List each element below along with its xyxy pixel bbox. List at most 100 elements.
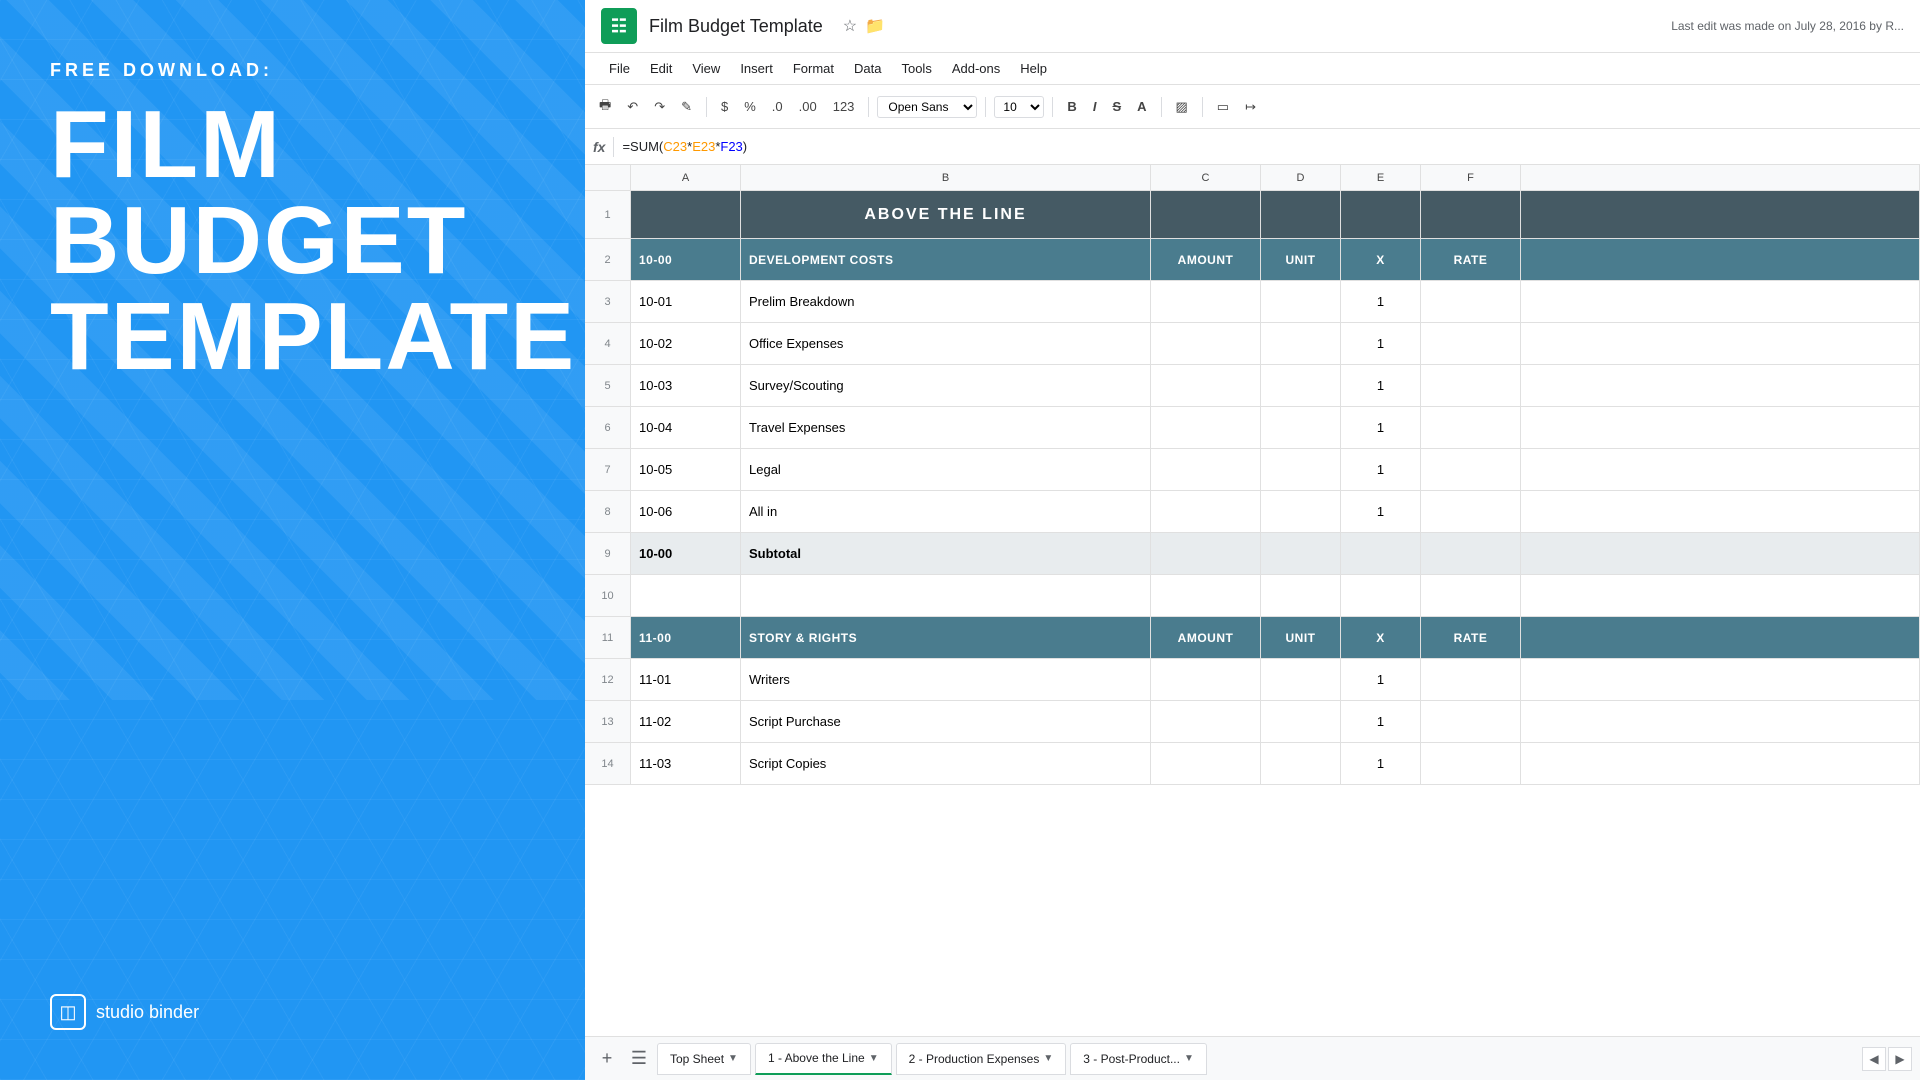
- cell-2e[interactable]: X: [1341, 239, 1421, 280]
- cell-2f[interactable]: RATE: [1421, 239, 1521, 280]
- cell-2b[interactable]: DEVELOPMENT COSTS: [741, 239, 1151, 280]
- cell-6e[interactable]: 1: [1341, 407, 1421, 448]
- cell-8f[interactable]: [1421, 491, 1521, 532]
- cell-9f[interactable]: [1421, 533, 1521, 574]
- borders-button[interactable]: ▭: [1211, 95, 1235, 119]
- cell-14a[interactable]: 11-03: [631, 743, 741, 784]
- menu-view[interactable]: View: [684, 57, 728, 80]
- cell-4e[interactable]: 1: [1341, 323, 1421, 364]
- folder-icon[interactable]: 📁: [865, 16, 885, 36]
- cell-14e[interactable]: 1: [1341, 743, 1421, 784]
- menu-tools[interactable]: Tools: [893, 57, 939, 80]
- font-selector[interactable]: Open Sans: [877, 96, 977, 118]
- cell-8c[interactable]: [1151, 491, 1261, 532]
- cell-9a[interactable]: 10-00: [631, 533, 741, 574]
- cell-12f[interactable]: [1421, 659, 1521, 700]
- tab-top-sheet[interactable]: Top Sheet ▼: [657, 1043, 751, 1075]
- currency-button[interactable]: $: [715, 95, 734, 118]
- cell-5d[interactable]: [1261, 365, 1341, 406]
- cell-11f[interactable]: RATE: [1421, 617, 1521, 658]
- cell-11d[interactable]: UNIT: [1261, 617, 1341, 658]
- add-sheet-button[interactable]: +: [593, 1045, 621, 1073]
- cell-8a[interactable]: 10-06: [631, 491, 741, 532]
- strikethrough-button[interactable]: S: [1106, 97, 1127, 116]
- cell-11e[interactable]: X: [1341, 617, 1421, 658]
- paint-format-button[interactable]: ✎: [675, 95, 698, 119]
- cell-3d[interactable]: [1261, 281, 1341, 322]
- cell-7d[interactable]: [1261, 449, 1341, 490]
- cell-12b[interactable]: Writers: [741, 659, 1151, 700]
- cell-8b[interactable]: All in: [741, 491, 1151, 532]
- cell-9b[interactable]: Subtotal: [741, 533, 1151, 574]
- cell-13c[interactable]: [1151, 701, 1261, 742]
- tab-above-the-line[interactable]: 1 - Above the Line ▼: [755, 1043, 892, 1075]
- cell-14d[interactable]: [1261, 743, 1341, 784]
- cell-9e[interactable]: [1341, 533, 1421, 574]
- cell-10c[interactable]: [1151, 575, 1261, 616]
- cell-6f[interactable]: [1421, 407, 1521, 448]
- cell-1a[interactable]: [631, 191, 741, 238]
- cell-12a[interactable]: 11-01: [631, 659, 741, 700]
- merge-button[interactable]: ↦: [1239, 95, 1262, 119]
- cell-11b[interactable]: STORY & RIGHTS: [741, 617, 1151, 658]
- italic-button[interactable]: I: [1087, 97, 1103, 116]
- cell-13e[interactable]: 1: [1341, 701, 1421, 742]
- cell-11c[interactable]: AMOUNT: [1151, 617, 1261, 658]
- cell-10b[interactable]: [741, 575, 1151, 616]
- cell-4d[interactable]: [1261, 323, 1341, 364]
- cell-8e[interactable]: 1: [1341, 491, 1421, 532]
- cell-6d[interactable]: [1261, 407, 1341, 448]
- star-icon[interactable]: ☆: [843, 16, 857, 36]
- cell-5f[interactable]: [1421, 365, 1521, 406]
- menu-format[interactable]: Format: [785, 57, 842, 80]
- percent-button[interactable]: %: [738, 95, 762, 118]
- cell-6c[interactable]: [1151, 407, 1261, 448]
- sheet-list-button[interactable]: ☰: [625, 1045, 653, 1073]
- cell-10e[interactable]: [1341, 575, 1421, 616]
- cell-7e[interactable]: 1: [1341, 449, 1421, 490]
- cell-7a[interactable]: 10-05: [631, 449, 741, 490]
- cell-12e[interactable]: 1: [1341, 659, 1421, 700]
- formula-content[interactable]: =SUM(C23*E23*F23): [622, 139, 1912, 154]
- cell-5e[interactable]: 1: [1341, 365, 1421, 406]
- cell-13f[interactable]: [1421, 701, 1521, 742]
- cell-10a[interactable]: [631, 575, 741, 616]
- sheet-nav-left[interactable]: ◀: [1862, 1047, 1886, 1071]
- menu-insert[interactable]: Insert: [732, 57, 781, 80]
- cell-14f[interactable]: [1421, 743, 1521, 784]
- cell-14b[interactable]: Script Copies: [741, 743, 1151, 784]
- cell-4a[interactable]: 10-02: [631, 323, 741, 364]
- cell-2a[interactable]: 10-00: [631, 239, 741, 280]
- cell-8d[interactable]: [1261, 491, 1341, 532]
- decimal-increase[interactable]: .00: [793, 95, 823, 118]
- tab-post-production[interactable]: 3 - Post-Product... ▼: [1070, 1043, 1207, 1075]
- menu-edit[interactable]: Edit: [642, 57, 680, 80]
- cell-11a[interactable]: 11-00: [631, 617, 741, 658]
- cell-12c[interactable]: [1151, 659, 1261, 700]
- font-color-button[interactable]: A: [1131, 97, 1152, 116]
- menu-file[interactable]: File: [601, 57, 638, 80]
- cell-4b[interactable]: Office Expenses: [741, 323, 1151, 364]
- menu-addons[interactable]: Add-ons: [944, 57, 1008, 80]
- cell-12d[interactable]: [1261, 659, 1341, 700]
- cell-6b[interactable]: Travel Expenses: [741, 407, 1151, 448]
- cell-3a[interactable]: 10-01: [631, 281, 741, 322]
- tab-production-expenses[interactable]: 2 - Production Expenses ▼: [896, 1043, 1067, 1075]
- undo-button[interactable]: ↶: [621, 95, 644, 119]
- font-size-selector[interactable]: 10: [994, 96, 1044, 118]
- cell-3e[interactable]: 1: [1341, 281, 1421, 322]
- cell-1b-header[interactable]: ABOVE THE LINE: [741, 191, 1151, 238]
- cell-4f[interactable]: [1421, 323, 1521, 364]
- format-number[interactable]: 123: [827, 95, 861, 118]
- cell-5a[interactable]: 10-03: [631, 365, 741, 406]
- cell-4c[interactable]: [1151, 323, 1261, 364]
- cell-7b[interactable]: Legal: [741, 449, 1151, 490]
- cell-7c[interactable]: [1151, 449, 1261, 490]
- cell-5b[interactable]: Survey/Scouting: [741, 365, 1151, 406]
- sheet-nav-right[interactable]: ▶: [1888, 1047, 1912, 1071]
- cell-7f[interactable]: [1421, 449, 1521, 490]
- cell-3b[interactable]: Prelim Breakdown: [741, 281, 1151, 322]
- menu-data[interactable]: Data: [846, 57, 889, 80]
- cell-13d[interactable]: [1261, 701, 1341, 742]
- redo-button[interactable]: ↷: [648, 95, 671, 119]
